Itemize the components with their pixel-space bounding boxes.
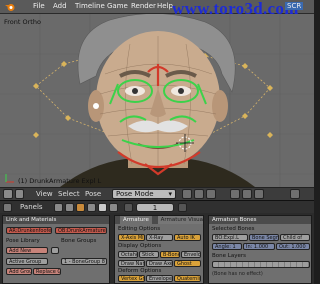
view-orientation-label: Front Ortho [4, 18, 41, 26]
selected-bones-label: Selected Bones [212, 226, 255, 232]
x-axis-mirror-toggle[interactable]: X-Axis Mirror [118, 234, 145, 241]
menu-add[interactable]: Add [53, 2, 67, 10]
angle-field[interactable]: Angle: 1 [212, 243, 242, 250]
render-preview-icon[interactable] [290, 189, 300, 199]
editor-type-icon[interactable] [3, 189, 13, 199]
bone-layers-grid[interactable] [212, 261, 310, 268]
bone-link-hint: (Bone has no effect) [212, 271, 263, 277]
panels-menu[interactable]: Panels [20, 203, 43, 211]
menu-game[interactable]: Game [107, 2, 128, 10]
bone-segments-field[interactable]: Bone Segments [249, 234, 279, 241]
menu-file[interactable]: File [33, 2, 45, 10]
armature-bones-title: Armature Bones [209, 216, 311, 224]
auto-ik-toggle[interactable]: Auto IK [174, 234, 201, 241]
active-group-button[interactable]: Active Group [6, 258, 48, 265]
draw-type-icon[interactable] [182, 189, 192, 199]
selected-vertex-dot [93, 103, 99, 109]
mode-selector[interactable]: Pose Mode ▾ [112, 189, 176, 199]
ease-in-field[interactable]: In: 1.000 [243, 243, 275, 250]
right-pupil [178, 88, 184, 94]
octahedron-toggle[interactable]: Octahedron [118, 251, 138, 258]
manipulator-icon[interactable] [206, 189, 216, 199]
object-context-icon[interactable] [87, 203, 96, 212]
3d-viewport[interactable]: Front Ortho (1) DrunkArmature Expl L [0, 14, 314, 187]
armature-bones-panel: Armature Bones Selected Bones BO:Expl.L … [208, 215, 312, 284]
bone-layers-label: Bone Layers [212, 253, 246, 259]
deform-options-label: Deform Options [118, 268, 162, 274]
bone-name-field[interactable]: BO:Expl.L [212, 234, 248, 241]
frame-prev-icon[interactable] [124, 203, 133, 212]
ghost-toggle[interactable]: Ghost [174, 260, 201, 267]
layer-button-3-icon[interactable] [254, 189, 264, 199]
screen-selector[interactable]: SCR [285, 2, 304, 10]
x-ray-toggle[interactable]: X-Ray [146, 234, 173, 241]
bone-group-theme-button[interactable]: 1 - BoneGroup 8 [61, 258, 107, 265]
info-header: File Add Timeline Game Render Help www.t… [0, 0, 314, 18]
ease-out-field[interactable]: Out: 1.000 [276, 243, 310, 250]
envelopes-toggle[interactable]: Envelopes [146, 275, 173, 282]
add-new-pose-lib-button[interactable]: Add New [6, 247, 48, 254]
active-object-label: (1) DrunkArmature Expl L [18, 177, 102, 185]
menu-help[interactable]: Help [157, 2, 173, 10]
quaternion-toggle[interactable]: Quaternion [174, 275, 201, 282]
child-of-field[interactable]: Child of [280, 234, 310, 241]
character-right-ear [212, 90, 228, 122]
menu-view[interactable]: View [36, 190, 53, 198]
frame-next-icon[interactable] [178, 203, 187, 212]
bbone-toggle[interactable]: B-Bone [160, 251, 180, 258]
pose-library-label: Pose Library [6, 238, 40, 244]
replace-group-button[interactable]: Replace Group [33, 268, 61, 275]
draw-names-toggle[interactable]: Draw Names [118, 260, 145, 267]
add-group-button[interactable]: Add Group [6, 268, 32, 275]
tab-armature-visualisation[interactable]: Armature Visualisation [157, 216, 203, 224]
vertex-groups-toggle[interactable]: Vertex Groups [118, 275, 145, 282]
link-materials-panel: Link and Materials AR:Drunkenfoofe OB:Dr… [2, 215, 110, 284]
buttons-window-header: Panels 1 [0, 200, 314, 213]
logic-context-icon[interactable] [54, 203, 63, 212]
object-datablock-button[interactable]: OB:DrunkArmature [55, 227, 107, 234]
pivot-icon[interactable] [194, 189, 204, 199]
blender-logo-icon[interactable] [4, 2, 16, 12]
editor-type-2-icon[interactable] [3, 203, 12, 212]
editing-options-label: Editing Options [118, 226, 161, 232]
scene-context-icon[interactable] [109, 203, 118, 212]
menu-timeline[interactable]: Timeline [75, 2, 105, 10]
viewport-header: View Select Pose Pose Mode ▾ [0, 187, 314, 200]
link-materials-title: Link and Materials [3, 216, 109, 224]
shading-context-icon[interactable] [76, 203, 85, 212]
pose-lib-extra-button[interactable] [51, 247, 59, 254]
menu-render[interactable]: Render [131, 2, 156, 10]
axis-gizmo-icon [5, 174, 14, 183]
draw-axes-toggle[interactable]: Draw Axes [146, 260, 173, 267]
menu-select[interactable]: Select [58, 190, 80, 198]
display-options-label: Display Options [118, 243, 162, 249]
armature-panel-tabs: Armature Armature Visualisation [115, 216, 203, 224]
collapse-menu-icon[interactable] [15, 189, 24, 199]
current-frame-field[interactable]: 1 [136, 203, 174, 212]
mode-label: Pose Mode [116, 190, 154, 198]
armature-panel: Armature Armature Visualisation Editing … [114, 215, 204, 284]
buttons-panels: Link and Materials AR:Drunkenfoofe OB:Dr… [0, 213, 314, 284]
envelope-toggle[interactable]: Envelope [181, 251, 201, 258]
armature-datablock-button[interactable]: AR:Drunkenfoofe [6, 227, 52, 234]
editing-context-icon[interactable] [98, 203, 107, 212]
layer-button-icon[interactable] [230, 189, 240, 199]
layer-button-2-icon[interactable] [242, 189, 252, 199]
tab-armature[interactable]: Armature [120, 216, 152, 224]
stick-toggle[interactable]: Stick [139, 251, 159, 258]
menu-pose[interactable]: Pose [85, 190, 101, 198]
script-context-icon[interactable] [65, 203, 74, 212]
left-pupil [132, 88, 138, 94]
bone-groups-label: Bone Groups [61, 238, 97, 244]
chevron-down-icon: ▾ [168, 190, 172, 198]
viewport-scene [0, 14, 314, 187]
